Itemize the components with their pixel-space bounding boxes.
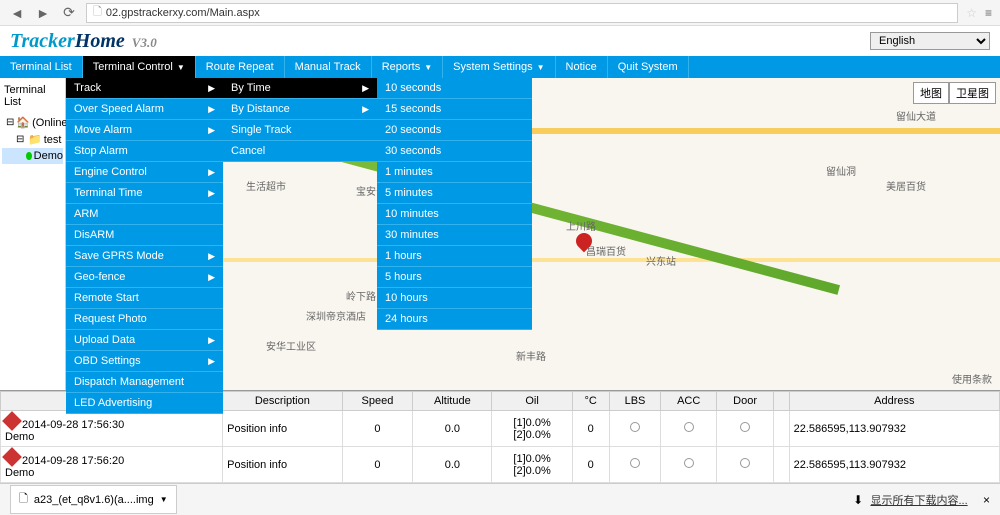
submenu-10-minutes[interactable]: 10 minutes <box>377 204 532 225</box>
submenu-by-time[interactable]: By Time▶ <box>223 78 377 99</box>
submenu-15-seconds[interactable]: 15 seconds <box>377 99 532 120</box>
submenu-cancel[interactable]: Cancel <box>223 141 377 162</box>
chevron-right-icon: ▶ <box>208 83 215 94</box>
door-indicator <box>740 422 750 432</box>
chevron-right-icon: ▶ <box>208 335 215 346</box>
back-icon[interactable]: ◄ <box>8 4 26 22</box>
logo: TrackerHome V3.0 <box>10 30 157 53</box>
col-header[interactable]: °C <box>572 392 609 411</box>
table-row[interactable]: 2014-09-28 17:56:20DemoPosition info00.0… <box>1 447 1000 483</box>
col-header[interactable]: Door <box>717 392 774 411</box>
chevron-right-icon: ▶ <box>208 167 215 178</box>
submenu-single-track[interactable]: Single Track <box>223 120 377 141</box>
col-header[interactable]: Description <box>223 392 342 411</box>
col-header[interactable]: LBS <box>609 392 661 411</box>
sidebar-title: Terminal List <box>2 82 63 110</box>
map-type-map[interactable]: 地图 <box>913 82 949 104</box>
submenu-level2: By Time▶By Distance▶Single TrackCancel <box>223 78 377 162</box>
lbs-indicator <box>630 458 640 468</box>
vehicle-icon <box>2 411 22 431</box>
submenu-dispatch-management[interactable]: Dispatch Management <box>66 372 223 393</box>
submenu-track[interactable]: Track▶ <box>66 78 223 99</box>
tree-item-selected[interactable]: Demo <box>2 148 63 164</box>
submenu-level3: 10 seconds15 seconds20 seconds30 seconds… <box>377 78 532 330</box>
submenu-geo-fence[interactable]: Geo-fence▶ <box>66 267 223 288</box>
url-bar[interactable]: 🗋 02.gpstrackerxy.com/Main.aspx <box>86 3 958 23</box>
chevron-right-icon: ▶ <box>208 125 215 136</box>
chevron-right-icon: ▶ <box>362 104 369 115</box>
chevron-down-icon[interactable]: ▼ <box>160 495 168 504</box>
submenu-disarm[interactable]: DisARM <box>66 225 223 246</box>
acc-indicator <box>684 422 694 432</box>
acc-indicator <box>684 458 694 468</box>
download-bar: 🗋 a23_(et_q8v1.6)(a....img ▼ ⬇ 显示所有下载内容.… <box>0 483 1000 515</box>
submenu-engine-control[interactable]: Engine Control▶ <box>66 162 223 183</box>
col-header[interactable]: Address <box>789 392 999 411</box>
tree-root[interactable]: ⊟🏠(Online:1 <box>2 114 63 131</box>
col-header[interactable]: Altitude <box>413 392 492 411</box>
submenu-by-distance[interactable]: By Distance▶ <box>223 99 377 120</box>
submenu-30-minutes[interactable]: 30 minutes <box>377 225 532 246</box>
submenu-remote-start[interactable]: Remote Start <box>66 288 223 309</box>
chevron-right-icon: ▶ <box>208 356 215 367</box>
submenu-terminal-time[interactable]: Terminal Time▶ <box>66 183 223 204</box>
col-header[interactable]: Speed <box>342 392 413 411</box>
app-header: TrackerHome V3.0 English <box>0 26 1000 56</box>
submenu-over-speed-alarm[interactable]: Over Speed Alarm▶ <box>66 99 223 120</box>
menu-notice[interactable]: Notice <box>556 56 608 78</box>
bookmark-icon[interactable]: ☆ <box>966 6 977 20</box>
chevron-right-icon: ▶ <box>208 272 215 283</box>
col-header[interactable] <box>774 392 790 411</box>
chevron-right-icon: ▶ <box>208 104 215 115</box>
menu-manual-track[interactable]: Manual Track <box>285 56 372 78</box>
submenu-1-minutes[interactable]: 1 minutes <box>377 162 532 183</box>
submenu-stop-alarm[interactable]: Stop Alarm <box>66 141 223 162</box>
download-item[interactable]: 🗋 a23_(et_q8v1.6)(a....img ▼ <box>10 485 177 514</box>
door-indicator <box>740 458 750 468</box>
menu-icon[interactable]: ≡ <box>985 6 992 20</box>
table-row[interactable]: 2014-09-28 17:56:30DemoPosition info00.0… <box>1 411 1000 447</box>
menu-terminal-control[interactable]: Terminal Control▼ <box>83 56 196 78</box>
menu-system-settings[interactable]: System Settings▼ <box>443 56 555 78</box>
close-icon[interactable]: × <box>983 493 990 507</box>
main-menu: Terminal ListTerminal Control▼Route Repe… <box>0 56 1000 78</box>
chevron-right-icon: ▶ <box>362 83 369 94</box>
submenu-24-hours[interactable]: 24 hours <box>377 309 532 330</box>
browser-toolbar: ◄ ► ⟳ 🗋 02.gpstrackerxy.com/Main.aspx ☆ … <box>0 0 1000 26</box>
col-header[interactable]: Oil <box>492 392 572 411</box>
submenu-5-minutes[interactable]: 5 minutes <box>377 183 532 204</box>
submenu-save-gprs-mode[interactable]: Save GPRS Mode▶ <box>66 246 223 267</box>
tree-item[interactable]: ⊟📁test <box>2 131 63 148</box>
submenu-led-advertising[interactable]: LED Advertising <box>66 393 223 414</box>
submenu-upload-data[interactable]: Upload Data▶ <box>66 330 223 351</box>
chevron-right-icon: ▶ <box>208 251 215 262</box>
chevron-right-icon: ▶ <box>208 188 215 199</box>
submenu-level1: Track▶Over Speed Alarm▶Move Alarm▶Stop A… <box>66 78 223 414</box>
submenu-move-alarm[interactable]: Move Alarm▶ <box>66 120 223 141</box>
submenu-5-hours[interactable]: 5 hours <box>377 267 532 288</box>
menu-quit-system[interactable]: Quit System <box>608 56 689 78</box>
menu-terminal-list[interactable]: Terminal List <box>0 56 83 78</box>
reload-icon[interactable]: ⟳ <box>60 4 78 22</box>
menu-route-repeat[interactable]: Route Repeat <box>196 56 285 78</box>
show-all-downloads[interactable]: 显示所有下载内容... <box>870 495 967 507</box>
forward-icon[interactable]: ► <box>34 4 52 22</box>
file-icon: 🗋 <box>19 490 28 509</box>
submenu-1-hours[interactable]: 1 hours <box>377 246 532 267</box>
submenu-20-seconds[interactable]: 20 seconds <box>377 120 532 141</box>
submenu-request-photo[interactable]: Request Photo <box>66 309 223 330</box>
submenu-30-seconds[interactable]: 30 seconds <box>377 141 532 162</box>
lbs-indicator <box>630 422 640 432</box>
submenu-10-seconds[interactable]: 10 seconds <box>377 78 532 99</box>
vehicle-icon <box>2 447 22 467</box>
submenu-10-hours[interactable]: 10 hours <box>377 288 532 309</box>
col-header[interactable]: ACC <box>661 392 717 411</box>
sidebar: Terminal List ⊟🏠(Online:1 ⊟📁test Demo <box>0 78 66 390</box>
online-dot-icon <box>26 152 32 160</box>
submenu-obd-settings[interactable]: OBD Settings▶ <box>66 351 223 372</box>
submenu-arm[interactable]: ARM <box>66 204 223 225</box>
language-select[interactable]: English <box>870 32 990 50</box>
map-type-satellite[interactable]: 卫星图 <box>949 82 996 104</box>
menu-reports[interactable]: Reports▼ <box>372 56 443 78</box>
